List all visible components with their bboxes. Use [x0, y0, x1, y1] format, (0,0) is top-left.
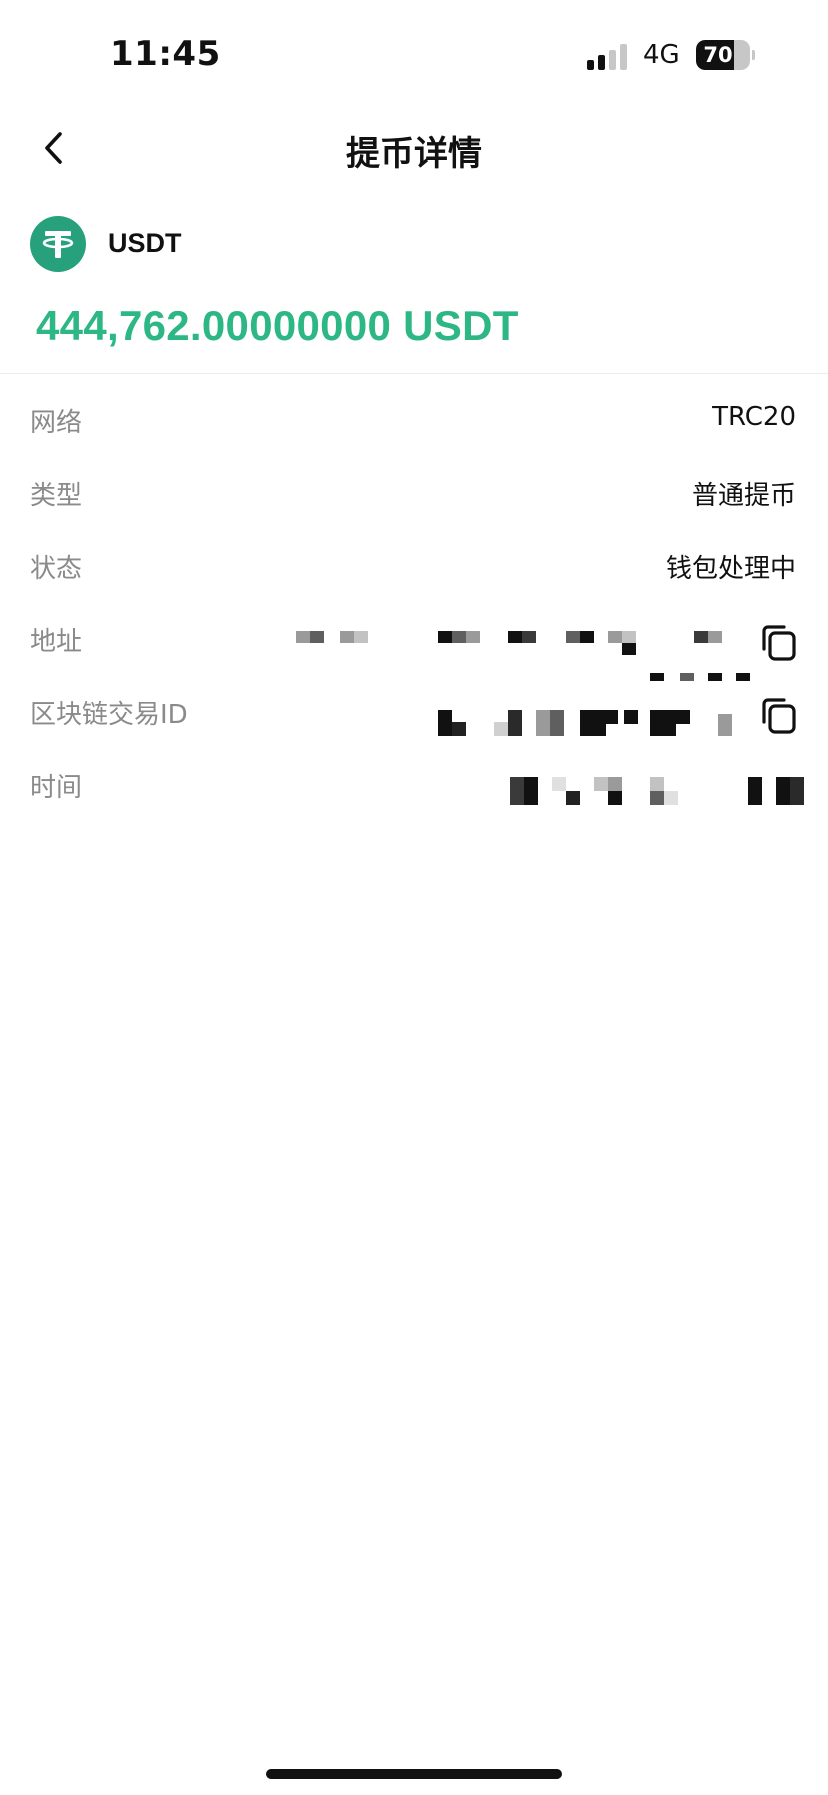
detail-label: 区块链交易ID — [30, 700, 188, 730]
detail-row-address: 地址 — [0, 611, 828, 681]
nav-bar: 提币详情 — [0, 110, 828, 190]
status-time: 11:45 — [110, 34, 221, 74]
address-redacted — [290, 619, 760, 681]
time-redacted — [500, 777, 810, 811]
copy-address-icon[interactable] — [758, 621, 802, 665]
page-title: 提币详情 — [346, 134, 482, 174]
coin-name: USDT — [108, 228, 182, 258]
detail-row-txid: 区块链交易ID — [0, 684, 828, 744]
battery-icon: 70 — [696, 40, 755, 70]
tether-logo-icon — [30, 216, 86, 272]
detail-label: 网络 — [30, 408, 83, 438]
detail-row-status: 状态 钱包处理中 — [0, 538, 828, 598]
chevron-left-icon — [45, 132, 62, 164]
detail-value: 钱包处理中 — [665, 554, 796, 584]
detail-label: 时间 — [30, 773, 83, 803]
detail-label: 状态 — [30, 554, 83, 584]
amount-value: 444,762.00000000 — [36, 302, 392, 349]
detail-value: TRC20 — [712, 402, 796, 432]
withdrawal-amount: 444,762.00000000 USDT — [36, 302, 519, 350]
txid-redacted — [430, 706, 760, 740]
detail-row-time: 时间 — [0, 757, 828, 817]
home-indicator[interactable] — [266, 1769, 562, 1779]
copy-txid-icon[interactable] — [758, 694, 802, 738]
detail-row-type: 类型 普通提币 — [0, 465, 828, 525]
detail-value: 普通提币 — [691, 481, 796, 511]
status-bar: 11:45 4G 70 — [0, 0, 828, 110]
back-button[interactable] — [36, 126, 76, 170]
detail-label: 类型 — [30, 481, 83, 511]
cellular-signal-icon — [587, 44, 627, 70]
network-type: 4G — [643, 40, 680, 70]
detail-row-network: 网络 TRC20 — [0, 392, 828, 452]
battery-percentage: 70 — [703, 43, 733, 67]
detail-label: 地址 — [30, 627, 83, 657]
divider — [0, 373, 828, 374]
withdrawal-detail-screen: 11:45 4G 70 提币详情 USDT 444,762.00000000 U… — [0, 0, 828, 1795]
amount-unit: USDT — [403, 302, 519, 349]
